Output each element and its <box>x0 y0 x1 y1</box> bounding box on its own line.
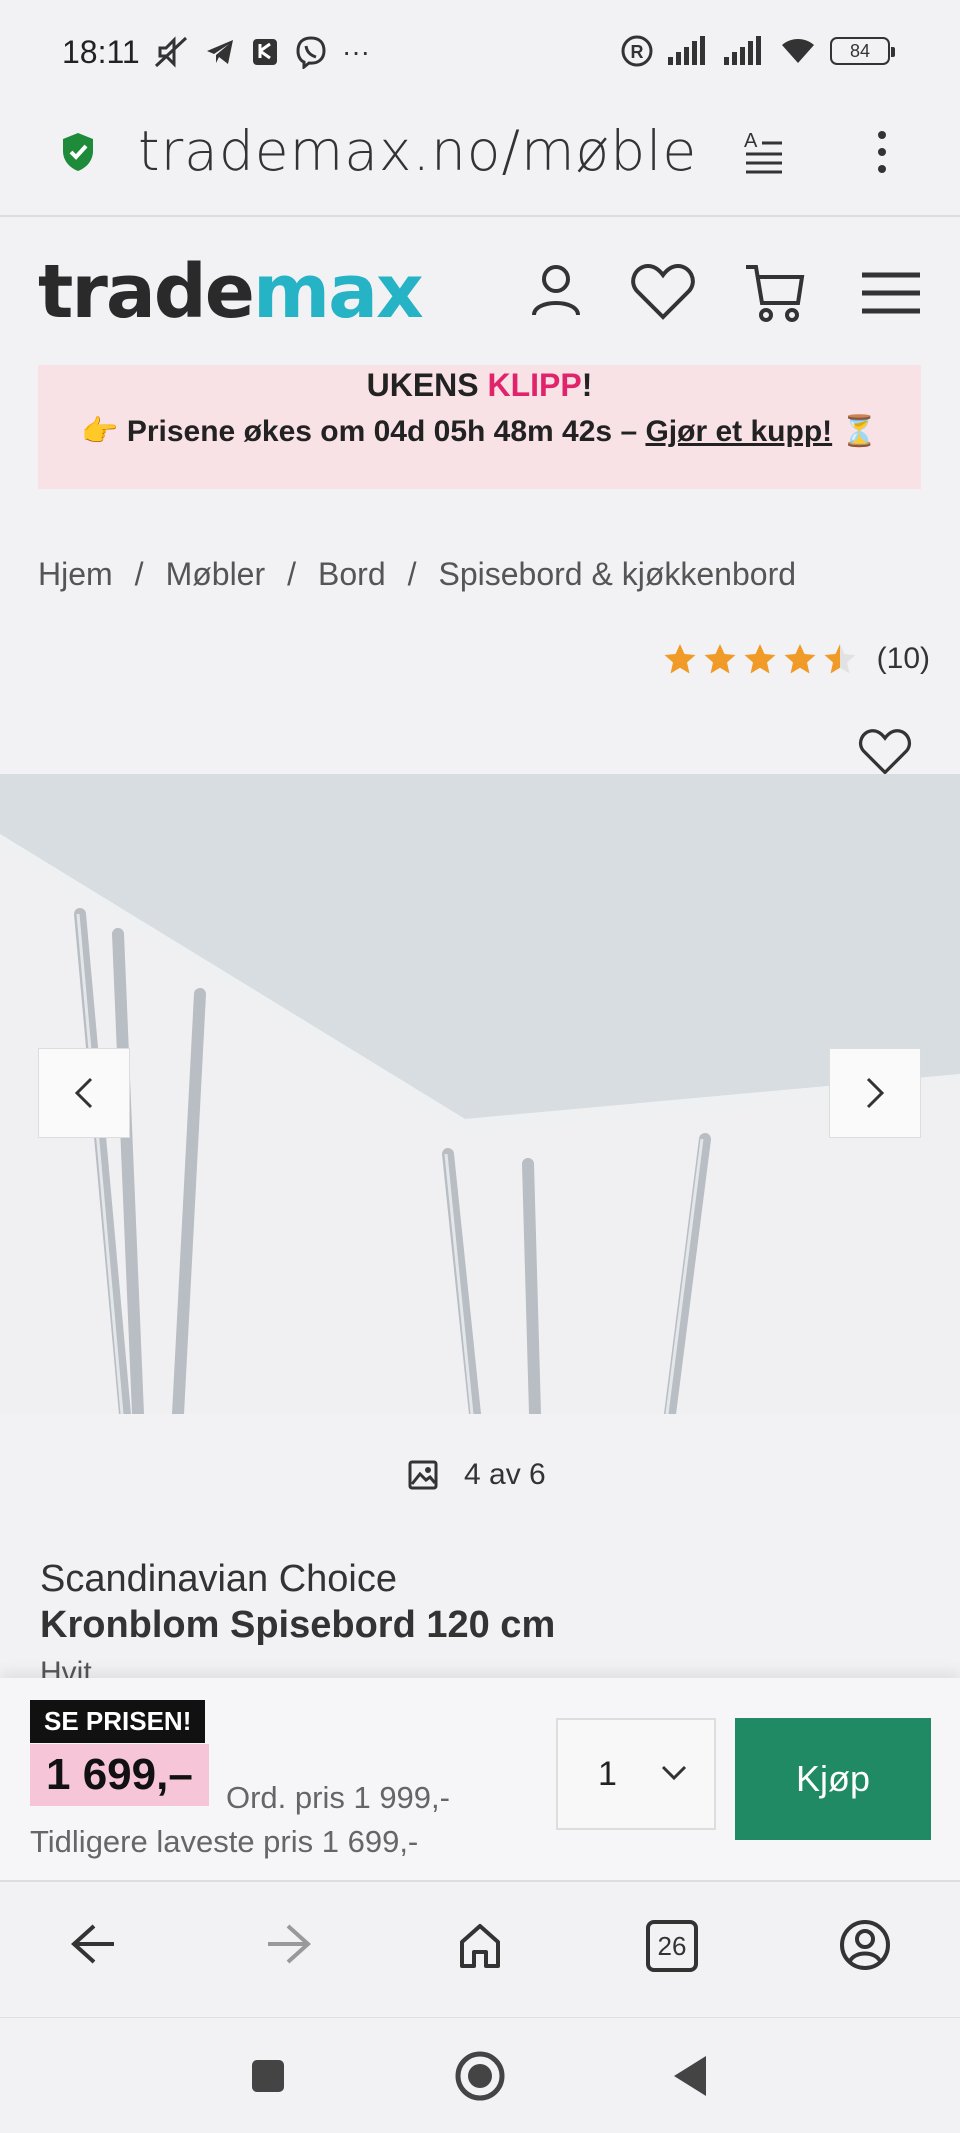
reader-mode-icon[interactable]: A <box>742 127 786 177</box>
ordinary-price: Ord. pris 1 999,- <box>226 1780 450 1815</box>
table-image <box>0 774 960 1414</box>
chevron-down-icon <box>661 1765 687 1781</box>
sticky-buy-bar: SE PRISEN! 1 699,– Ord. pris 1 999,- Tid… <box>0 1678 960 1882</box>
wifi-icon <box>782 39 814 63</box>
lowest-previous-price: Tidligere laveste pris 1 699,- <box>30 1824 419 1859</box>
shield-app-icon <box>253 39 277 65</box>
chevron-left-icon <box>74 1077 93 1109</box>
carousel-prev-button[interactable] <box>38 1048 130 1138</box>
breadcrumb: Hjem / Møbler / Bord / Spisebord & kjøkkenbord <box>38 556 797 592</box>
quantity-select[interactable]: 1 <box>556 1718 716 1830</box>
buy-button[interactable]: Kjøp <box>735 1718 931 1840</box>
telegram-icon <box>207 40 233 64</box>
home-button-icon[interactable] <box>454 2050 506 2102</box>
product-brand[interactable]: Scandinavian Choice <box>40 1558 397 1601</box>
browser-url-bar[interactable]: trademax.no/møbler/ A <box>0 105 960 217</box>
signal-icon <box>668 36 705 65</box>
url-text[interactable]: trademax.no/møbler/ <box>138 119 698 183</box>
more-icon: ··· <box>342 36 370 67</box>
product-title: Kronblom Spisebord 120 cm <box>40 1604 556 1646</box>
product-image[interactable] <box>0 774 960 1414</box>
breadcrumb-item-mobler[interactable]: Møbler <box>166 556 266 592</box>
account-icon[interactable] <box>530 263 582 319</box>
promo-title: UKENS KLIPP! <box>366 367 593 403</box>
product-wishlist-icon[interactable] <box>858 728 912 776</box>
viber-icon <box>296 36 326 69</box>
image-icon <box>408 1460 438 1490</box>
android-nav-bar <box>0 2018 960 2133</box>
product-color: Hvit <box>40 1656 92 1678</box>
image-counter-text: 4 av 6 <box>464 1458 546 1491</box>
back-arrow-icon[interactable] <box>70 1922 118 1966</box>
promo-banner[interactable]: UKENS KLIPP! 👉 Prisene økes om 04d 05h 4… <box>38 365 921 489</box>
see-price-badge: SE PRISEN! <box>30 1700 206 1743</box>
wishlist-icon[interactable] <box>630 263 696 321</box>
half-star-icon <box>824 644 856 674</box>
svg-text:R: R <box>631 42 644 62</box>
profile-icon[interactable] <box>838 1918 892 1972</box>
site-header: trademax <box>0 219 960 364</box>
hamburger-menu-icon[interactable] <box>860 271 922 315</box>
cart-icon[interactable] <box>744 263 806 325</box>
system-icons: R 84 <box>620 34 895 68</box>
recents-icon[interactable] <box>250 2058 286 2094</box>
forward-arrow-icon[interactable] <box>264 1922 312 1966</box>
chevron-right-icon <box>866 1077 885 1109</box>
rating-count[interactable]: (10) <box>877 642 930 676</box>
signal-icon-2 <box>724 36 761 65</box>
trademax-logo[interactable]: trademax <box>38 249 424 335</box>
tab-switcher[interactable]: 26 <box>646 1920 698 1972</box>
carousel-next-button[interactable] <box>829 1048 921 1138</box>
breadcrumb-item-spisebord[interactable]: Spisebord & kjøkkenbord <box>439 556 797 592</box>
home-icon[interactable] <box>456 1922 504 1970</box>
muted-icon <box>154 36 188 68</box>
star-icon <box>784 644 816 674</box>
browser-toolbar: 26 <box>0 1882 960 2018</box>
svg-text:A: A <box>744 130 758 152</box>
star-icon <box>744 644 776 674</box>
quantity-value: 1 <box>598 1754 617 1793</box>
secure-shield-icon[interactable] <box>60 131 96 173</box>
image-counter: 4 av 6 <box>408 1458 546 1492</box>
status-time: 18:11 <box>62 34 140 70</box>
battery-icon: 84 <box>830 37 895 65</box>
breadcrumb-item-hjem[interactable]: Hjem <box>38 556 113 592</box>
registered-icon: R <box>621 35 653 67</box>
status-bar: 18:11 ··· R 84 <box>0 0 960 105</box>
star-icon <box>704 644 736 674</box>
promo-link[interactable]: Gjør et kupp! <box>645 415 832 448</box>
back-triangle-icon[interactable] <box>670 2054 710 2098</box>
notification-icons: ··· <box>152 34 370 70</box>
price: 1 699,– <box>30 1744 209 1806</box>
promo-countdown: 👉 Prisene økes om 04d 05h 48m 42s – Gjør… <box>81 415 878 448</box>
star-icon <box>664 644 696 674</box>
browser-menu-icon[interactable] <box>870 127 894 177</box>
breadcrumb-item-bord[interactable]: Bord <box>318 556 386 592</box>
product-rating[interactable]: (10) <box>663 642 930 676</box>
